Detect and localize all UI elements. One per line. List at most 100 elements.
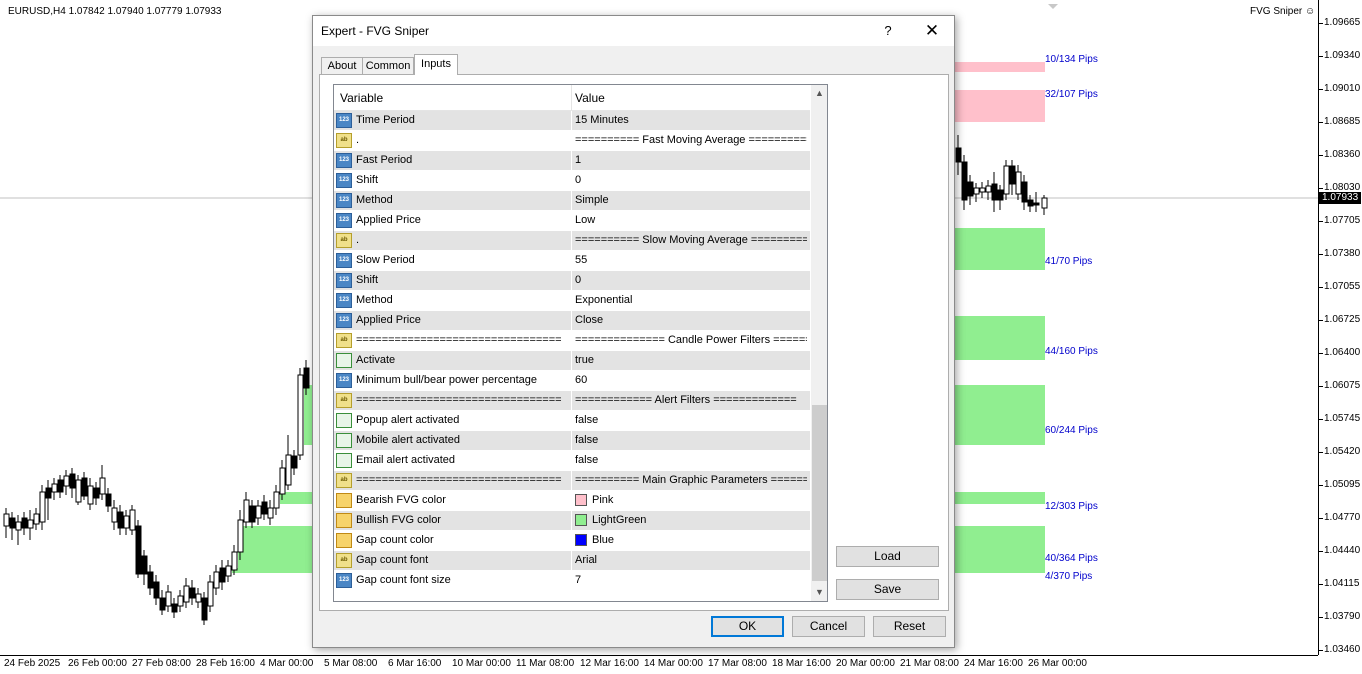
grid-row[interactable]: ab. ========== Fast Moving Average ======…: [334, 131, 810, 151]
grid-row[interactable]: 123 Shift 0: [334, 271, 810, 291]
grid-row[interactable]: ab. ========== Slow Moving Average ======…: [334, 231, 810, 251]
string-param-icon: ab: [336, 393, 352, 408]
param-variable: Fast Period: [356, 154, 413, 166]
save-button[interactable]: Save: [836, 579, 939, 600]
number-param-icon: 123: [336, 573, 352, 588]
grid-row[interactable]: 123 Gap count font size 7: [334, 571, 810, 591]
grid-row[interactable]: Mobile alert activated false: [334, 431, 810, 451]
grid-row[interactable]: 123 Slow Period 55: [334, 251, 810, 271]
price-tick: 1.03460: [1318, 644, 1361, 655]
number-param-icon: 123: [336, 253, 352, 268]
bullish-fvg-zone: [955, 526, 1045, 568]
scroll-down-icon[interactable]: ▼: [811, 584, 827, 601]
column-header-variable[interactable]: Variable: [340, 91, 383, 105]
dialog-title: Expert - FVG Sniper: [321, 24, 430, 38]
help-button[interactable]: ?: [873, 20, 903, 42]
grid-row[interactable]: 123 Fast Period 1: [334, 151, 810, 171]
color-param-icon: [336, 513, 352, 528]
param-value[interactable]: Exponential: [575, 294, 807, 306]
time-tick: 4 Mar 00:00: [260, 658, 314, 669]
ok-button[interactable]: OK: [711, 616, 784, 637]
param-value[interactable]: ========== Slow Moving Average =========…: [575, 234, 807, 246]
grid-row[interactable]: 123 Shift 0: [334, 171, 810, 191]
inputs-grid[interactable]: Variable Value 123 Time Period 15 Minutes a…: [333, 84, 828, 602]
bool-param-icon: [336, 453, 352, 468]
dialog-titlebar[interactable]: Expert - FVG Sniper ? ✕: [313, 16, 954, 46]
time-axis[interactable]: 24 Feb 2025 26 Feb 00:00 27 Feb 08:00 28…: [0, 655, 1318, 674]
pip-label: 41/70 Pips: [1045, 256, 1093, 267]
param-variable: Popup alert activated: [356, 414, 460, 426]
price-tick: 1.05420: [1318, 446, 1361, 457]
bearish-fvg-zone: [955, 62, 1045, 72]
param-value[interactable]: 15 Minutes: [575, 114, 807, 126]
param-value[interactable]: 55: [575, 254, 807, 266]
param-value[interactable]: 1: [575, 154, 807, 166]
param-value[interactable]: ========== Fast Moving Average =========…: [575, 134, 807, 146]
grid-row[interactable]: Bullish FVG color LightGreen: [334, 511, 810, 531]
load-button[interactable]: Load: [836, 546, 939, 567]
param-variable: Shift: [356, 274, 379, 286]
expert-name-label[interactable]: FVG Sniper ☺: [1250, 6, 1315, 17]
string-param-icon: ab: [336, 333, 352, 348]
param-value[interactable]: LightGreen: [592, 514, 807, 526]
grid-row[interactable]: Bearish FVG color Pink: [334, 491, 810, 511]
pip-label: 60/244 Pips: [1045, 425, 1098, 436]
param-variable: Applied Price: [356, 314, 421, 326]
bullish-fvg-zone: [238, 526, 312, 568]
param-value[interactable]: Close: [575, 314, 807, 326]
scroll-thumb[interactable]: [812, 405, 827, 581]
param-value[interactable]: 60: [575, 374, 807, 386]
time-tick: 27 Feb 08:00: [132, 658, 191, 669]
param-value[interactable]: Arial: [575, 554, 807, 566]
grid-row[interactable]: 123 Minimum bull/bear power percentage 60: [334, 371, 810, 391]
param-value[interactable]: Pink: [592, 494, 807, 506]
bearish-fvg-zone: [955, 90, 1045, 122]
number-param-icon: 123: [336, 113, 352, 128]
time-tick: 20 Mar 00:00: [836, 658, 895, 669]
param-value[interactable]: false: [575, 434, 807, 446]
grid-row[interactable]: 123 Time Period 15 Minutes: [334, 111, 810, 131]
param-value[interactable]: 7: [575, 574, 807, 586]
param-value[interactable]: 0: [575, 274, 807, 286]
grid-row[interactable]: 123 Method Simple: [334, 191, 810, 211]
tab-about[interactable]: About: [321, 57, 363, 74]
reset-button[interactable]: Reset: [873, 616, 946, 637]
param-value[interactable]: Blue: [592, 534, 807, 546]
cancel-button[interactable]: Cancel: [792, 616, 865, 637]
grid-row[interactable]: 123 Method Exponential: [334, 291, 810, 311]
param-value[interactable]: false: [575, 454, 807, 466]
param-value[interactable]: false: [575, 414, 807, 426]
close-button[interactable]: ✕: [915, 20, 949, 42]
grid-row[interactable]: ab Gap count font Arial: [334, 551, 810, 571]
grid-row[interactable]: Activate true: [334, 351, 810, 371]
grid-row[interactable]: Gap count color Blue: [334, 531, 810, 551]
grid-row[interactable]: ab ================================ ======…: [334, 471, 810, 491]
grid-row[interactable]: ab ================================ ======…: [334, 391, 810, 411]
param-value[interactable]: ============== Candle Power Filters ====…: [575, 334, 807, 346]
pip-label: 32/107 Pips: [1045, 89, 1098, 100]
param-value[interactable]: 0: [575, 174, 807, 186]
scroll-up-icon[interactable]: ▲: [811, 85, 827, 102]
param-variable: Applied Price: [356, 214, 421, 226]
price-tick: 1.06400: [1318, 347, 1361, 358]
grid-row[interactable]: ab ================================ ======…: [334, 331, 810, 351]
price-axis[interactable]: 1.09665 1.09340 1.09010 1.08685 1.08360 …: [1318, 0, 1362, 655]
grid-row[interactable]: 123 Applied Price Low: [334, 211, 810, 231]
param-value[interactable]: true: [575, 354, 807, 366]
grid-row[interactable]: 123 Applied Price Close: [334, 311, 810, 331]
param-value[interactable]: Simple: [575, 194, 807, 206]
grid-row[interactable]: Email alert activated false: [334, 451, 810, 471]
param-value[interactable]: ============ Alert Filters =============: [575, 394, 807, 406]
bullish-fvg-zone: [955, 316, 1045, 360]
param-value[interactable]: Low: [575, 214, 807, 226]
vertical-scrollbar[interactable]: ▲ ▼: [811, 85, 827, 601]
tab-inputs[interactable]: Inputs: [414, 54, 458, 75]
color-swatch: [575, 534, 587, 546]
param-value[interactable]: ========== Main Graphic Parameters =====…: [575, 474, 807, 486]
tab-common[interactable]: Common: [362, 57, 414, 74]
time-tick: 24 Mar 16:00: [964, 658, 1023, 669]
grid-row[interactable]: Popup alert activated false: [334, 411, 810, 431]
column-header-value[interactable]: Value: [575, 91, 605, 105]
price-tick: 1.09340: [1318, 50, 1361, 61]
price-tick: 1.05095: [1318, 479, 1361, 490]
